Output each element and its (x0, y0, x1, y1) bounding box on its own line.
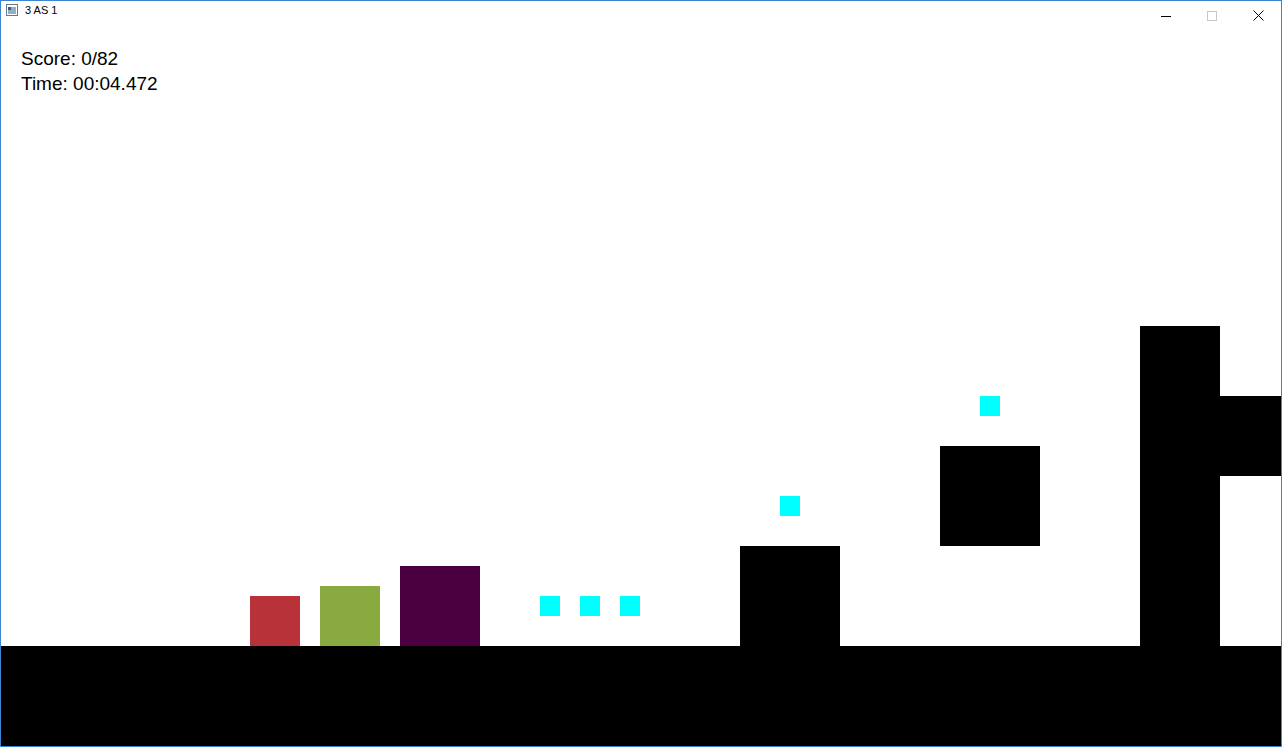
platform (1140, 326, 1220, 646)
app-icon (6, 4, 18, 16)
game-window: 3 AS 1 Score: 0/82Time: 00:04.472 (0, 0, 1282, 747)
close-button[interactable] (1235, 1, 1281, 30)
game-canvas: Score: 0/82Time: 00:04.472 (0, 31, 1281, 746)
platform (1220, 396, 1282, 476)
time-text: Time: 00:04.472 (21, 71, 158, 96)
title-bar: 3 AS 1 (1, 1, 1281, 31)
player[interactable] (400, 566, 480, 646)
platform (940, 446, 1040, 546)
minimize-icon (1161, 11, 1171, 21)
player[interactable] (250, 596, 300, 646)
coin (620, 596, 640, 616)
window-title: 3 AS 1 (25, 4, 57, 16)
coin (580, 596, 600, 616)
maximize-button[interactable] (1189, 1, 1235, 30)
coin (980, 396, 1000, 416)
coin (540, 596, 560, 616)
score-text: Score: 0/82 (21, 46, 158, 71)
minimize-button[interactable] (1143, 1, 1189, 30)
maximize-icon (1207, 11, 1217, 21)
platform (0, 646, 1282, 747)
hud: Score: 0/82Time: 00:04.472 (21, 46, 158, 96)
close-icon (1253, 10, 1264, 21)
player[interactable] (320, 586, 380, 646)
coin (780, 496, 800, 516)
platform (740, 546, 840, 646)
